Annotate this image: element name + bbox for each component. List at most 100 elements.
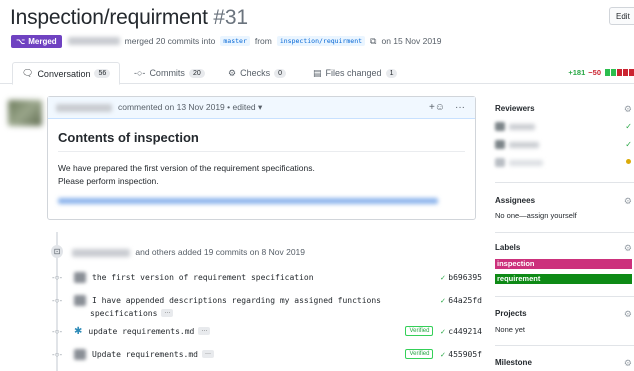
comment-actions: +☺ ··· <box>429 102 465 113</box>
commit-dot-icon: -○- <box>52 272 63 282</box>
projects-title[interactable]: Projects <box>495 309 527 318</box>
gear-icon[interactable]: ⚙ <box>624 243 632 254</box>
commit-row-continuation: specifications ··· <box>90 306 290 320</box>
tab-label: Files changed <box>325 68 382 78</box>
comment-author[interactable] <box>56 103 112 112</box>
tab-label: Commits <box>149 68 185 78</box>
event-text: and others added 19 commits on 8 Nov 201… <box>135 247 306 257</box>
gear-icon[interactable]: ⚙ <box>624 309 632 320</box>
label-inspection[interactable]: inspection <box>495 259 632 269</box>
comment-header: commented on 13 Nov 2019 • edited ▾ +☺ ·… <box>48 97 475 119</box>
commit-row: -○- I have appended descriptions regardi… <box>52 293 482 307</box>
milestone-title[interactable]: Milestone <box>495 358 532 367</box>
pr-number: #31 <box>213 6 248 29</box>
reviewer-item[interactable] <box>495 140 539 149</box>
reviewers-title[interactable]: Reviewers <box>495 104 535 113</box>
check-icon[interactable]: ✓ <box>440 350 445 359</box>
commit-message-continued[interactable]: specifications <box>90 309 157 318</box>
head-branch[interactable]: inspection/requirment <box>276 36 366 46</box>
more-icon[interactable]: ··· <box>455 102 465 113</box>
commit-message[interactable]: the first version of requirement specifi… <box>92 273 314 282</box>
comment-box: commented on 13 Nov 2019 • edited ▾ +☺ ·… <box>47 96 476 220</box>
avatar[interactable] <box>8 100 42 126</box>
approved-icon: ✓ <box>625 122 632 131</box>
conversation-icon: 🗨 <box>22 68 34 78</box>
tab-checks[interactable]: ⚙ Checks 0 <box>228 62 286 84</box>
comment-meta[interactable]: commented on 13 Nov 2019 • edited ▾ <box>118 102 262 113</box>
avatar <box>495 140 505 149</box>
verified-badge[interactable]: Verified <box>405 349 434 359</box>
avatar <box>495 122 505 131</box>
avatar <box>495 158 505 167</box>
pending-review-icon <box>626 159 631 164</box>
reviewer-item[interactable] <box>495 158 543 167</box>
assignees-value[interactable]: No one—assign yourself <box>495 211 577 220</box>
sidebar: Reviewers ⚙ ✓ ✓ Assignees ⚙ No one—assig… <box>495 0 634 371</box>
page-title: Inspection/requirment #31 <box>10 6 248 30</box>
pr-title: Inspection/requirment <box>10 6 208 29</box>
reviewer-name <box>509 141 539 148</box>
tab-count: 1 <box>385 68 398 78</box>
labels-title[interactable]: Labels <box>495 243 520 252</box>
check-icon[interactable]: ✓ <box>440 296 445 305</box>
divider <box>495 345 634 346</box>
comment-title: Contents of inspection <box>58 130 199 145</box>
label-requirement[interactable]: requirement <box>495 274 632 284</box>
merge-icon: ⌥ <box>16 36 26 46</box>
comment-link[interactable] <box>58 198 438 204</box>
commit-dot-icon: -○- <box>52 349 63 359</box>
divider <box>58 151 465 152</box>
commit-message[interactable]: I have appended descriptions regarding m… <box>92 296 381 305</box>
tab-label: Checks <box>240 68 271 78</box>
check-icon[interactable]: ✓ <box>440 273 445 282</box>
gear-icon[interactable]: ⚙ <box>624 104 632 115</box>
commit-dot-icon: -○- <box>52 326 63 336</box>
gear-icon[interactable]: ⚙ <box>624 196 632 207</box>
commit-avatar[interactable] <box>74 294 86 306</box>
verified-badge[interactable]: Verified <box>405 326 434 336</box>
tab-count: 56 <box>94 69 111 78</box>
tab-files-changed[interactable]: ▤ Files changed 1 <box>313 62 398 84</box>
check-icon[interactable]: ✓ <box>440 327 445 336</box>
event-author[interactable] <box>72 248 130 257</box>
pr-meta: ⌥ Merged merged 20 commits into master f… <box>11 34 443 48</box>
checks-icon: ⚙ <box>228 67 237 78</box>
commit-row: -○- ✱ update requirements.md ··· Verifie… <box>52 324 482 338</box>
base-branch[interactable]: master <box>220 36 250 46</box>
timeline-event: and others added 19 commits on 8 Nov 201… <box>72 247 305 257</box>
meta-text: from <box>254 36 272 46</box>
tab-commits[interactable]: -○- Commits 20 <box>134 62 205 84</box>
author-name[interactable] <box>67 37 120 45</box>
commit-avatar[interactable] <box>74 348 86 360</box>
commit-avatar[interactable] <box>74 271 86 283</box>
comment-text: Please perform inspection. <box>58 176 159 186</box>
file-diff-icon: ▤ <box>313 67 322 78</box>
divider <box>495 182 634 183</box>
reviewer-name <box>509 159 543 166</box>
assignees-title[interactable]: Assignees <box>495 196 535 205</box>
commit-row: -○- Update requirements.md ··· Verified … <box>52 347 482 361</box>
commit-sha[interactable]: 455905f <box>448 350 482 359</box>
meta-text: merged 20 commits into <box>124 36 216 46</box>
commit-dot-icon: -○- <box>52 295 63 305</box>
status-badge-label: Merged <box>28 36 57 46</box>
reviewer-item[interactable] <box>495 122 535 131</box>
projects-value: None yet <box>495 325 526 334</box>
expand-ellipsis-button[interactable]: ··· <box>161 309 174 317</box>
commit-sha[interactable]: b696395 <box>448 273 482 282</box>
commit-sha[interactable]: c449214 <box>448 327 482 336</box>
expand-ellipsis-button[interactable]: ··· <box>198 327 211 335</box>
tab-count: 20 <box>188 68 205 78</box>
copy-icon[interactable]: ⧉ <box>370 36 376 47</box>
comment-text: We have prepared the first version of th… <box>58 163 315 173</box>
repo-push-icon: ⊡ <box>51 245 63 258</box>
app-avatar-icon[interactable]: ✱ <box>74 326 82 337</box>
commit-status: Verified ✓ c449214 <box>405 326 482 336</box>
tab-conversation[interactable]: 🗨 Conversation 56 <box>12 62 121 85</box>
commit-sha[interactable]: 64a25fd <box>448 296 482 305</box>
commit-message[interactable]: Update requirements.md <box>92 350 198 359</box>
expand-ellipsis-button[interactable]: ··· <box>201 350 214 358</box>
commit-message[interactable]: update requirements.md <box>88 327 194 336</box>
add-reaction-icon[interactable]: +☺ <box>429 102 445 113</box>
gear-icon[interactable]: ⚙ <box>624 358 632 369</box>
